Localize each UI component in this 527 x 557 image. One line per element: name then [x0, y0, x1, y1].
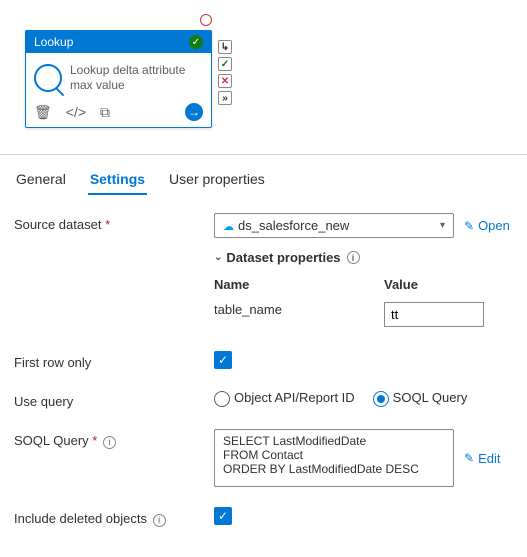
activity-type-label: Lookup — [34, 35, 73, 49]
activity-toolbar: 🗑 </> ⧉ → — [26, 99, 211, 127]
radio-soql-query[interactable]: SOQL Query — [373, 390, 468, 407]
dependency-status-column: ↳ ✓ ✕ » — [218, 40, 232, 105]
edit-query-button[interactable]: ✎ Edit — [464, 451, 500, 466]
info-icon[interactable]: i — [347, 251, 360, 264]
settings-form: Source dataset * ☁ ds_salesforce_new ▾ ✎ … — [0, 195, 527, 557]
tab-user-properties[interactable]: User properties — [167, 165, 267, 195]
pencil-icon: ✎ — [464, 219, 474, 233]
include-deleted-checkbox[interactable]: ✓ — [214, 507, 232, 525]
info-icon[interactable]: i — [103, 436, 116, 449]
row-soql-query: SOQL Query * i SELECT LastModifiedDate F… — [14, 429, 513, 487]
param-value-input[interactable] — [384, 302, 484, 327]
label-source-dataset: Source dataset * — [14, 213, 214, 232]
label-soql-query: SOQL Query * i — [14, 429, 214, 449]
tab-settings[interactable]: Settings — [88, 165, 147, 195]
dataset-properties-table: Name table_name Value — [214, 273, 513, 333]
pipeline-canvas: Lookup ✓ Lookup delta attribute max valu… — [0, 0, 527, 150]
chevron-down-icon: ⌄ — [214, 252, 222, 263]
label-use-query: Use query — [14, 390, 214, 409]
source-dataset-select[interactable]: ☁ ds_salesforce_new ▾ — [214, 213, 454, 238]
dependency-success-icon[interactable]: ✓ — [218, 57, 232, 71]
param-name-cell: table_name — [214, 296, 354, 323]
row-include-deleted: Include deleted objects i ✓ — [14, 507, 513, 527]
column-header-value: Value — [384, 273, 504, 296]
validation-error-marker — [200, 14, 212, 26]
lookup-icon — [34, 64, 62, 92]
tab-general[interactable]: General — [14, 165, 68, 195]
radio-object-api[interactable]: Object API/Report ID — [214, 390, 355, 407]
dataset-properties-toggle[interactable]: ⌄ Dataset properties i — [214, 250, 513, 265]
dataset-properties-section: ⌄ Dataset properties i Name table_name V… — [214, 250, 513, 333]
open-dataset-button[interactable]: ✎ Open — [464, 218, 510, 233]
source-dataset-value: ds_salesforce_new — [238, 218, 349, 233]
label-include-deleted: Include deleted objects i — [14, 507, 214, 527]
activity-title: Lookup delta attribute max value — [70, 63, 203, 93]
soql-query-textarea[interactable]: SELECT LastModifiedDate FROM Contact ORD… — [214, 429, 454, 487]
activity-body: Lookup delta attribute max value — [26, 53, 211, 99]
dependency-arrow-icon[interactable]: ↳ — [218, 40, 232, 54]
first-row-only-checkbox[interactable]: ✓ — [214, 351, 232, 369]
dependency-skip-icon[interactable]: » — [218, 91, 232, 105]
properties-tabs: General Settings User properties — [0, 155, 527, 195]
lookup-activity-card[interactable]: Lookup ✓ Lookup delta attribute max valu… — [25, 30, 212, 128]
column-header-name: Name — [214, 273, 354, 296]
info-icon[interactable]: i — [153, 514, 166, 527]
row-source-dataset: Source dataset * ☁ ds_salesforce_new ▾ ✎ … — [14, 213, 513, 238]
success-status-icon: ✓ — [189, 35, 203, 49]
add-output-icon[interactable]: → — [185, 103, 203, 121]
row-use-query: Use query Object API/Report ID SOQL Quer… — [14, 390, 513, 409]
pencil-icon: ✎ — [464, 451, 474, 465]
salesforce-icon: ☁ — [223, 221, 234, 233]
code-icon[interactable]: </> — [66, 104, 86, 120]
copy-icon[interactable]: ⧉ — [100, 104, 110, 121]
chevron-down-icon: ▾ — [440, 220, 445, 231]
dependency-fail-icon[interactable]: ✕ — [218, 74, 232, 88]
activity-header[interactable]: Lookup ✓ — [26, 31, 211, 53]
row-first-row-only: First row only ✓ — [14, 351, 513, 370]
label-first-row-only: First row only — [14, 351, 214, 370]
delete-icon[interactable]: 🗑 — [34, 104, 52, 121]
